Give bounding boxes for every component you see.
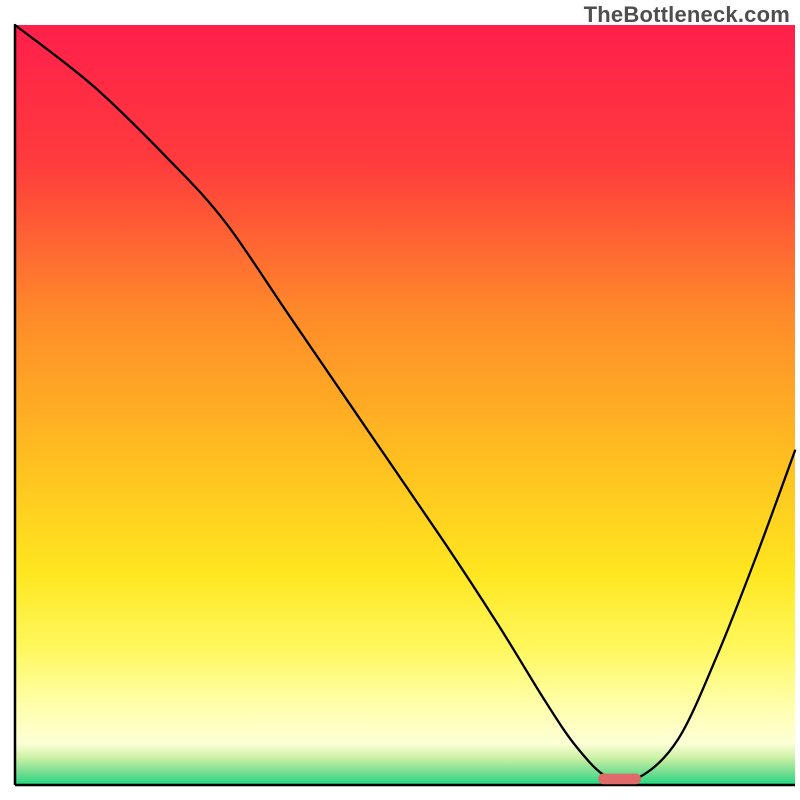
optimal-range-marker (598, 774, 641, 785)
plot-area (15, 25, 795, 785)
bottleneck-chart (0, 0, 800, 800)
chart-stage: TheBottleneck.com (0, 0, 800, 800)
watermark-label: TheBottleneck.com (584, 2, 790, 28)
